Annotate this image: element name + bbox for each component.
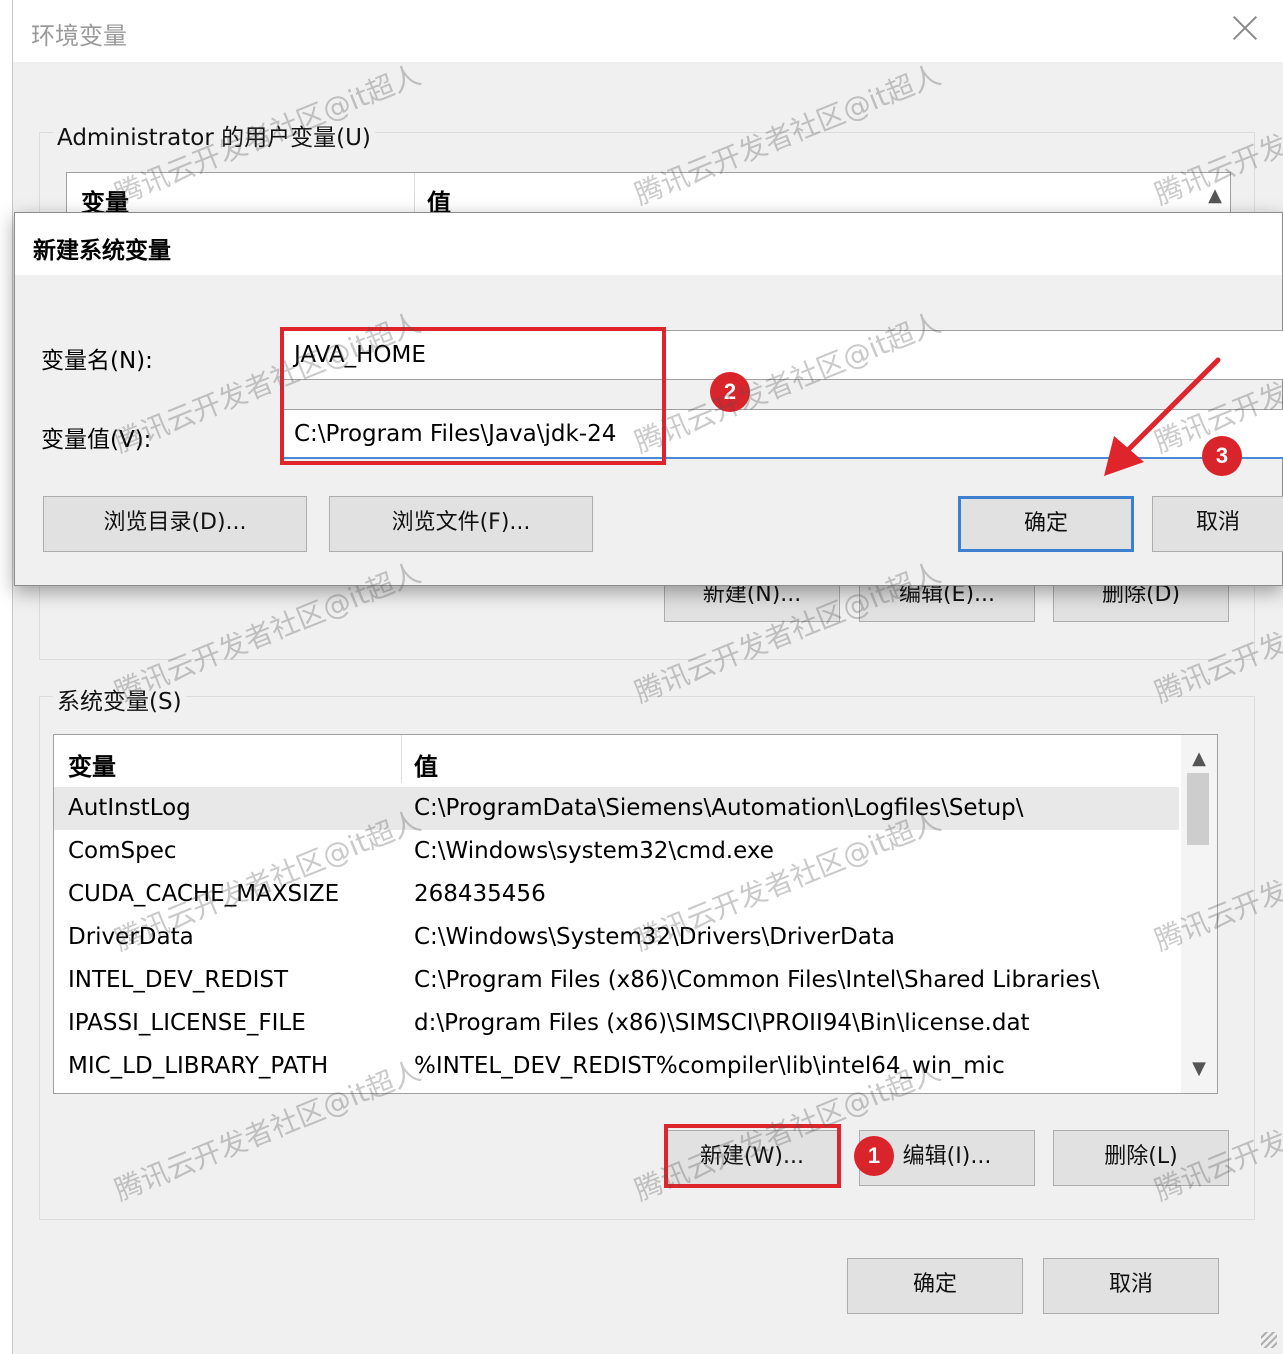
- var-name: INTEL_DEV_REDIST: [68, 967, 289, 993]
- system-variables-list[interactable]: 变量 值 AutInstLog C:\ProgramData\Siemens\A…: [53, 734, 1218, 1094]
- variable-value-label: 变量值(V):: [41, 427, 152, 453]
- var-name: DriverData: [68, 924, 194, 950]
- scroll-up-icon[interactable]: ▲: [1208, 185, 1222, 206]
- scroll-down-icon[interactable]: ▼: [1181, 1051, 1217, 1087]
- table-row[interactable]: IPASSI_LICENSE_FILE d:\Program Files (x8…: [54, 1002, 1179, 1045]
- table-row[interactable]: MIC_LD_LIBRARY_PATH %INTEL_DEV_REDIST%co…: [54, 1045, 1179, 1088]
- dialog-cancel-button[interactable]: 取消: [1152, 496, 1283, 552]
- var-value: C:\Windows\system32\cmd.exe: [414, 838, 774, 864]
- var-name: CUDA_CACHE_MAXSIZE: [68, 881, 340, 907]
- var-value: 268435456: [414, 881, 546, 907]
- var-value: C:\ProgramData\Siemens\Automation\Logfil…: [414, 795, 1024, 821]
- variable-name-label: 变量名(N):: [41, 348, 153, 374]
- column-separator: [401, 735, 402, 783]
- system-col-variable[interactable]: 变量: [68, 747, 116, 782]
- table-row[interactable]: AutInstLog C:\ProgramData\Siemens\Automa…: [54, 787, 1179, 830]
- system-col-value[interactable]: 值: [414, 747, 438, 782]
- step-badge-1: 1: [854, 1136, 894, 1176]
- footer-ok-button[interactable]: 确定: [847, 1258, 1023, 1314]
- user-variables-label: Administrator 的用户变量(U): [53, 118, 375, 152]
- system-list-header: 变量 值: [54, 735, 1179, 783]
- table-row[interactable]: ComSpec C:\Windows\system32\cmd.exe: [54, 830, 1179, 873]
- scroll-thumb[interactable]: [1187, 773, 1209, 845]
- table-row[interactable]: INTEL_DEV_REDIST C:\Program Files (x86)\…: [54, 959, 1179, 1002]
- table-row[interactable]: DriverData C:\Windows\System32\Drivers\D…: [54, 916, 1179, 959]
- highlight-box-name-value: [280, 327, 666, 465]
- red-arrow-icon: [1104, 357, 1221, 476]
- highlight-box-new-button: [664, 1124, 841, 1188]
- resize-grip[interactable]: [1261, 1332, 1277, 1348]
- system-variables-label: 系统变量(S): [53, 682, 186, 716]
- footer-cancel-button[interactable]: 取消: [1043, 1258, 1219, 1314]
- window-title: 环境变量: [31, 22, 127, 50]
- dialog-titlebar: 新建系统变量: [15, 213, 1282, 275]
- browse-file-button[interactable]: 浏览文件(F)...: [329, 496, 593, 552]
- environment-variables-window: 环境变量 Administrator 的用户变量(U) 变量 值 ▲ 新建(N)…: [12, 0, 1283, 1354]
- dialog-ok-button[interactable]: 确定: [958, 496, 1134, 552]
- vertical-scrollbar[interactable]: ▲ ▼: [1181, 735, 1217, 1093]
- var-value: C:\Windows\System32\Drivers\DriverData: [414, 924, 895, 950]
- var-value: d:\Program Files (x86)\SIMSCI\PROII94\Bi…: [414, 1010, 1030, 1036]
- system-delete-button[interactable]: 删除(L): [1053, 1130, 1229, 1186]
- var-name: AutInstLog: [68, 795, 191, 821]
- dialog-title: 新建系统变量: [33, 238, 171, 264]
- var-name: IPASSI_LICENSE_FILE: [68, 1010, 306, 1036]
- step-badge-2: 2: [710, 372, 750, 412]
- browse-directory-button[interactable]: 浏览目录(D)...: [43, 496, 307, 552]
- scroll-up-icon[interactable]: ▲: [1181, 741, 1217, 777]
- var-value: C:\Program Files (x86)\Common Files\Inte…: [414, 967, 1100, 993]
- system-rows: AutInstLog C:\ProgramData\Siemens\Automa…: [54, 787, 1179, 1088]
- table-row[interactable]: CUDA_CACHE_MAXSIZE 268435456: [54, 873, 1179, 916]
- var-value: %INTEL_DEV_REDIST%compiler\lib\intel64_w…: [414, 1053, 1005, 1079]
- var-name: MIC_LD_LIBRARY_PATH: [68, 1053, 329, 1079]
- close-icon[interactable]: [1229, 12, 1261, 44]
- window-titlebar: 环境变量: [13, 0, 1283, 62]
- var-name: ComSpec: [68, 838, 177, 864]
